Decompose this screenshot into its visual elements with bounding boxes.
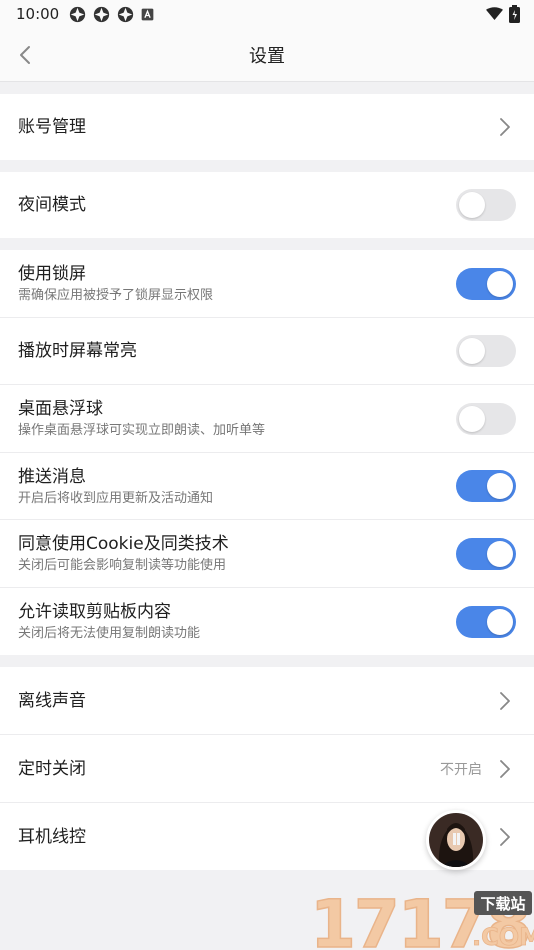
row-label: 允许读取剪贴板内容 xyxy=(18,602,171,622)
row-keep-screen-on: 播放时屏幕常亮 xyxy=(0,318,534,385)
row-night-mode: 夜间模式 xyxy=(0,172,534,238)
row-description: 需确保应用被授予了锁屏显示权限 xyxy=(18,288,214,303)
app-icon xyxy=(118,6,134,22)
row-sleep-timer[interactable]: 定时关闭 不开启 xyxy=(0,735,534,803)
toggle-knob xyxy=(487,540,513,567)
floating-avatar-button[interactable] xyxy=(426,810,486,870)
toggle-knob xyxy=(459,192,485,218)
floating-ball-toggle[interactable] xyxy=(456,402,516,435)
chevron-right-icon xyxy=(500,759,510,778)
night-mode-toggle[interactable] xyxy=(456,189,516,221)
watermark-suffix: .COM xyxy=(472,923,534,950)
toggle-knob xyxy=(459,338,485,364)
status-bar: 10:00 xyxy=(0,0,534,28)
settings-group-account: 账号管理 xyxy=(0,94,534,160)
chevron-left-icon[interactable] xyxy=(12,41,40,69)
row-label: 使用锁屏 xyxy=(18,264,86,284)
chevron-right-icon xyxy=(500,827,510,846)
row-cookie-consent: 同意使用Cookie及同类技术 关闭后可能会影响复制读等功能使用 xyxy=(0,520,534,588)
cookie-consent-toggle[interactable] xyxy=(456,537,516,570)
chevron-right-icon xyxy=(500,118,510,136)
row-label: 定时关闭 xyxy=(18,758,86,779)
watermark-tag: 下载站 xyxy=(480,895,525,913)
toggle-knob xyxy=(487,270,513,297)
settings-group-general: 使用锁屏 需确保应用被授予了锁屏显示权限 播放时屏幕常亮 桌面悬浮球 操作桌面悬… xyxy=(0,250,534,655)
toggle-knob xyxy=(459,405,485,432)
avatar-portrait-icon xyxy=(429,813,483,867)
chevron-right-icon xyxy=(500,691,510,710)
keep-screen-on-toggle[interactable] xyxy=(456,335,516,367)
toggle-knob xyxy=(487,608,513,635)
toggle-knob xyxy=(487,473,513,499)
app-icon xyxy=(70,6,86,22)
wifi-icon xyxy=(486,7,503,20)
app-icon xyxy=(94,6,110,22)
row-offline-voice[interactable]: 离线声音 xyxy=(0,667,534,735)
push-messages-toggle[interactable] xyxy=(456,470,516,502)
row-label: 同意使用Cookie及同类技术 xyxy=(18,534,229,554)
row-lock-screen: 使用锁屏 需确保应用被授予了锁屏显示权限 xyxy=(0,250,534,318)
row-description: 操作桌面悬浮球可实现立即朗读、加听单等 xyxy=(18,423,266,438)
row-label: 推送消息 xyxy=(18,466,86,487)
row-label: 账号管理 xyxy=(18,117,86,137)
row-label: 离线声音 xyxy=(18,690,86,711)
row-description: 开启后将收到应用更新及活动通知 xyxy=(18,490,214,506)
clipboard-access-toggle[interactable] xyxy=(456,605,516,638)
battery-icon xyxy=(509,5,520,23)
row-label: 播放时屏幕常亮 xyxy=(18,341,137,361)
row-clipboard-access: 允许读取剪贴板内容 关闭后将无法使用复制朗读功能 xyxy=(0,588,534,655)
row-label: 桌面悬浮球 xyxy=(18,399,103,419)
watermark-logo: 17178 下载站 .COM xyxy=(308,885,534,950)
settings-group-night: 夜间模式 xyxy=(0,172,534,238)
a-badge-icon xyxy=(141,8,154,20)
status-time: 10:00 xyxy=(16,5,60,23)
sleep-timer-value: 不开启 xyxy=(440,761,482,778)
row-account-management[interactable]: 账号管理 xyxy=(0,94,534,160)
lock-screen-toggle[interactable] xyxy=(456,267,516,300)
row-description: 关闭后可能会影响复制读等功能使用 xyxy=(18,558,227,573)
nav-bar: 设置 xyxy=(0,28,534,82)
row-label: 夜间模式 xyxy=(18,195,86,215)
row-floating-ball: 桌面悬浮球 操作桌面悬浮球可实现立即朗读、加听单等 xyxy=(0,385,534,453)
page-title: 设置 xyxy=(249,45,285,67)
row-push-messages: 推送消息 开启后将收到应用更新及活动通知 xyxy=(0,453,534,520)
row-description: 关闭后将无法使用复制朗读功能 xyxy=(18,626,201,641)
